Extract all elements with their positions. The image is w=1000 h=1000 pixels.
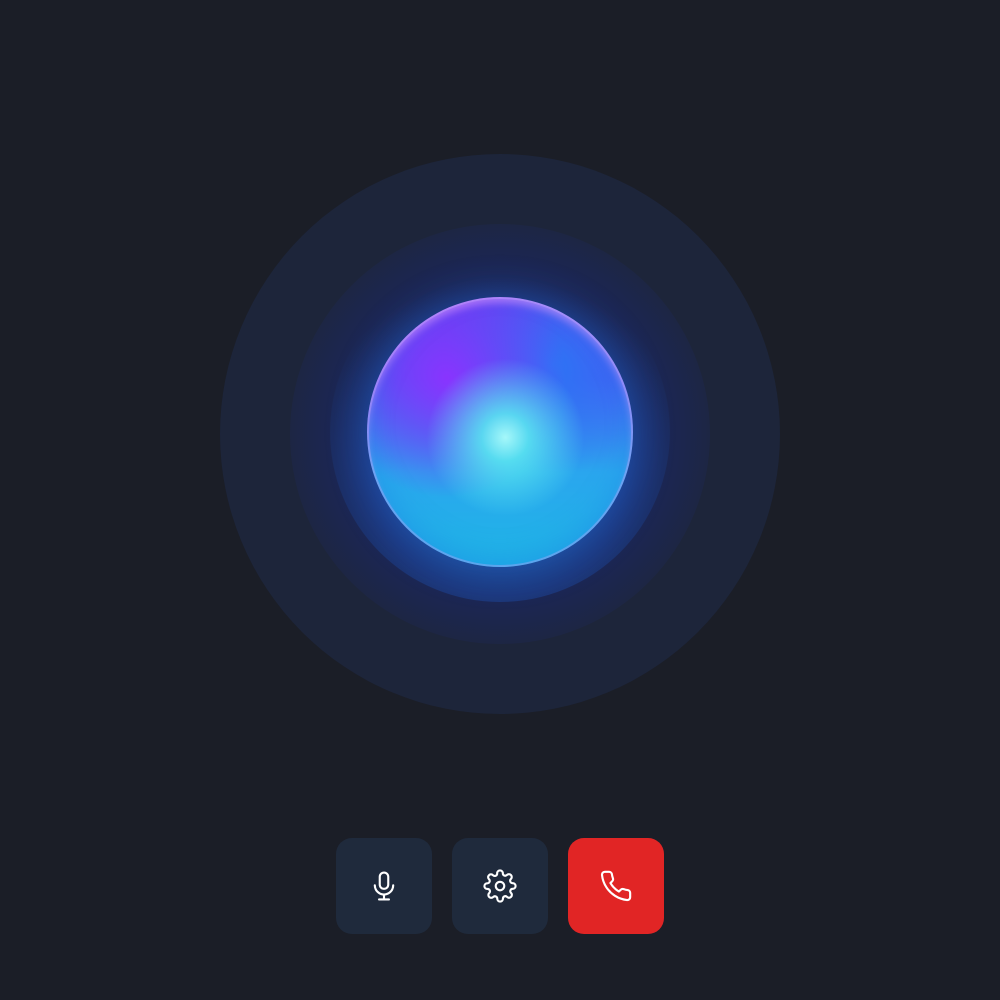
end-call-button[interactable] — [568, 838, 664, 934]
call-controls — [336, 838, 664, 934]
voice-orb-rim — [367, 297, 633, 567]
mute-button[interactable] — [336, 838, 432, 934]
phone-icon — [599, 869, 633, 903]
voice-assistant-stage — [0, 0, 1000, 1000]
gear-icon — [483, 869, 517, 903]
microphone-icon — [367, 869, 401, 903]
settings-button[interactable] — [452, 838, 548, 934]
